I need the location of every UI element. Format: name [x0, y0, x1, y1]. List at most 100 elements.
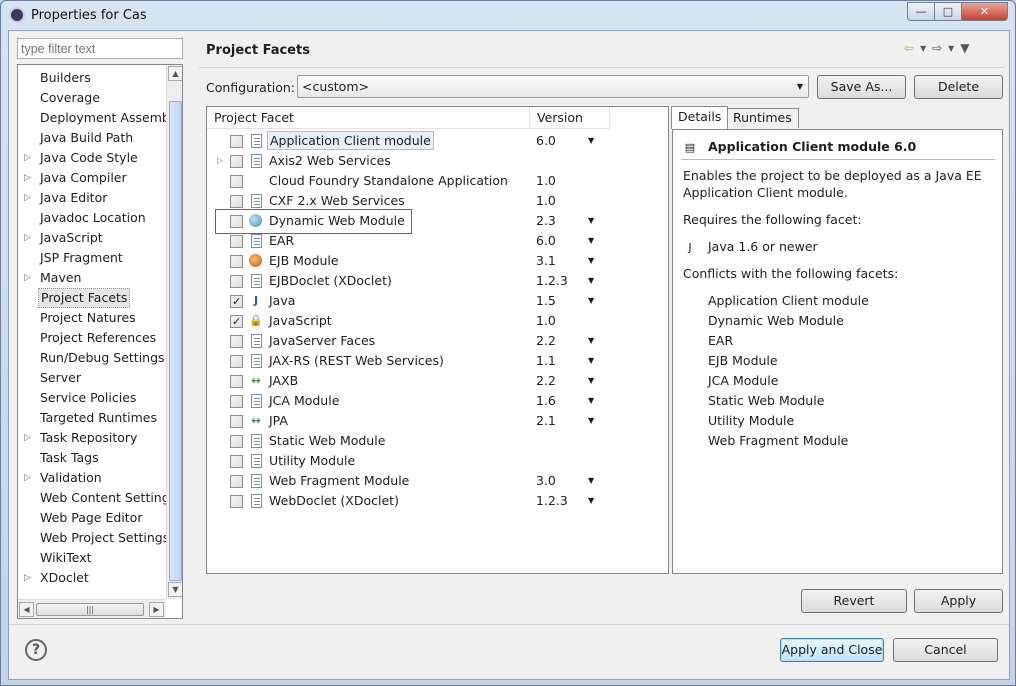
facet-checkbox[interactable] [230, 495, 243, 508]
facet-checkbox[interactable] [230, 335, 243, 348]
facet-row[interactable]: ↔ JPA 2.1 ▼ [207, 411, 668, 431]
facet-row[interactable]: Static Web Module [207, 431, 668, 451]
facet-row[interactable]: Application Client module 6.0 ▼ [207, 131, 668, 151]
facet-checkbox[interactable] [230, 175, 243, 188]
facet-row[interactable]: Utility Module [207, 451, 668, 471]
properties-window: Properties for Cas — □ ✕ Builders Coverag… [0, 0, 1016, 686]
scroll-right-icon[interactable]: ▶ [149, 602, 164, 617]
scroll-thumb[interactable]: ||| [36, 603, 144, 616]
minimize-button[interactable]: — [907, 2, 935, 21]
version-dropdown-icon[interactable]: ▼ [588, 331, 594, 351]
facet-name: WebDoclet (XDoclet) [269, 493, 399, 508]
facet-checkbox[interactable] [230, 312, 243, 332]
facet-checkbox[interactable] [230, 195, 243, 208]
version-dropdown-icon[interactable]: ▼ [588, 291, 594, 311]
facet-row[interactable]: WebDoclet (XDoclet) 1.2.3 ▼ [207, 491, 668, 511]
configuration-combo[interactable]: <custom> ▼ [297, 75, 809, 98]
scroll-left-icon[interactable]: ◀ [19, 602, 34, 617]
forward-arrow-icon[interactable]: ⇨ [932, 41, 948, 55]
facet-row[interactable]: J Java 1.5 ▼ [207, 291, 668, 312]
details-divider [681, 159, 995, 160]
facet-checkbox[interactable] [230, 255, 243, 268]
facet-table: Project Facet Version Application Client… [206, 106, 669, 574]
facet-checkbox[interactable] [230, 475, 243, 488]
facet-checkbox[interactable] [230, 155, 243, 168]
version-dropdown-icon[interactable]: ▼ [588, 491, 594, 511]
facet-row[interactable]: EJB Module 3.1 ▼ [207, 251, 668, 271]
expand-arrow-icon[interactable]: ▷ [24, 228, 31, 248]
details-panel: ▤ Application Client module 6.0 Enables t… [672, 129, 1003, 574]
facet-checkbox[interactable] [230, 355, 243, 368]
version-dropdown-icon[interactable]: ▼ [588, 231, 594, 251]
facet-row[interactable]: 🔒 JavaScript 1.0 [207, 311, 668, 332]
conflicts-label: Conflicts with the following facets: [683, 266, 899, 281]
facet-checkbox[interactable] [230, 395, 243, 408]
facet-row[interactable]: CXF 2.x Web Services 1.0 [207, 191, 668, 211]
cancel-button[interactable]: Cancel [893, 638, 998, 662]
column-header-facet[interactable]: Project Facet [207, 107, 530, 129]
version-dropdown-icon[interactable]: ▼ [588, 271, 594, 291]
facet-row[interactable]: Cloud Foundry Standalone Application 1.0 [207, 171, 668, 191]
facet-checkbox[interactable] [230, 435, 243, 448]
close-button[interactable]: ✕ [961, 2, 1008, 21]
arrows-icon: ↔ [251, 414, 261, 427]
tree-horizontal-scrollbar[interactable]: ◀ ||| ▶ [18, 599, 166, 618]
apply-button[interactable]: Apply [914, 589, 1003, 613]
column-header-version[interactable]: Version [530, 107, 610, 129]
facet-row[interactable]: ↔ JAXB 2.2 ▼ [207, 371, 668, 391]
facet-row[interactable]: JavaServer Faces 2.2 ▼ [207, 331, 668, 351]
tree-vertical-scrollbar[interactable]: ▲ ▼ [166, 65, 182, 599]
facet-row[interactable]: EAR 6.0 ▼ [207, 231, 668, 251]
facet-row[interactable]: ▷ Axis2 Web Services [207, 151, 668, 171]
page-icon [251, 234, 262, 248]
tab-runtimes[interactable]: Runtimes [726, 108, 799, 128]
help-icon[interactable]: ? [25, 639, 47, 661]
version-dropdown-icon[interactable]: ▼ [588, 251, 594, 271]
view-menu-icon[interactable]: ▼ [960, 41, 975, 55]
facet-row[interactable]: JCA Module 1.6 ▼ [207, 391, 668, 411]
version-dropdown-icon[interactable]: ▼ [588, 391, 594, 411]
version-dropdown-icon[interactable]: ▼ [588, 351, 594, 371]
facet-checkbox[interactable] [230, 415, 243, 428]
revert-button[interactable]: Revert [801, 589, 907, 613]
facet-checkbox[interactable] [230, 135, 243, 148]
tab-details[interactable]: Details [671, 106, 729, 129]
version-dropdown-icon[interactable]: ▼ [588, 211, 594, 231]
expand-arrow-icon[interactable]: ▷ [24, 568, 31, 588]
scroll-down-icon[interactable]: ▼ [168, 582, 182, 597]
expand-arrow-icon[interactable]: ▷ [24, 188, 31, 208]
maximize-button[interactable]: □ [934, 2, 962, 21]
facet-checkbox[interactable] [230, 375, 243, 388]
tree-item-label: Server [40, 370, 81, 385]
expand-arrow-icon[interactable]: ▷ [24, 468, 31, 488]
scroll-thumb[interactable] [169, 101, 182, 581]
expand-arrow-icon[interactable]: ▷ [24, 168, 31, 188]
facet-row[interactable]: Web Fragment Module 3.0 ▼ [207, 471, 668, 491]
scroll-up-icon[interactable]: ▲ [168, 66, 182, 81]
delete-button[interactable]: Delete [914, 75, 1003, 99]
facet-checkbox[interactable] [230, 292, 243, 312]
version-dropdown-icon[interactable]: ▼ [588, 471, 594, 491]
title-bar[interactable]: Properties for Cas — □ ✕ [1, 1, 1015, 29]
forward-menu-icon[interactable]: ▾ [948, 41, 960, 55]
page-icon [251, 354, 262, 368]
facet-version: 2.3 [536, 213, 556, 228]
version-dropdown-icon[interactable]: ▼ [588, 371, 594, 391]
back-menu-icon[interactable]: ▾ [920, 41, 932, 55]
facet-name: JCA Module [269, 393, 340, 408]
expand-arrow-icon[interactable]: ▷ [24, 268, 31, 288]
facet-checkbox[interactable] [230, 455, 243, 468]
filter-input[interactable] [17, 38, 183, 59]
version-dropdown-icon[interactable]: ▼ [588, 411, 594, 431]
save-as-button[interactable]: Save As... [817, 75, 906, 99]
facet-row[interactable]: EJBDoclet (XDoclet) 1.2.3 ▼ [207, 271, 668, 291]
facet-row[interactable]: JAX-RS (REST Web Services) 1.1 ▼ [207, 351, 668, 371]
facet-checkbox[interactable] [230, 275, 243, 288]
expand-arrow-icon[interactable]: ▷ [217, 151, 223, 171]
version-dropdown-icon[interactable]: ▼ [588, 131, 594, 151]
apply-and-close-button[interactable]: Apply and Close [780, 638, 884, 662]
facet-checkbox[interactable] [230, 235, 243, 248]
expand-arrow-icon[interactable]: ▷ [24, 148, 31, 168]
expand-arrow-icon[interactable]: ▷ [24, 428, 31, 448]
back-arrow-icon[interactable]: ⇦ [904, 41, 920, 55]
